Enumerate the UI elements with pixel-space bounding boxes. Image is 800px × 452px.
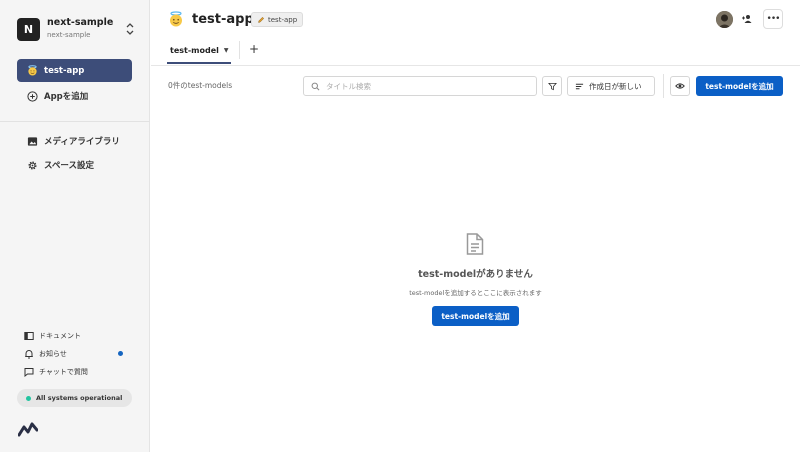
- view-settings-button[interactable]: [670, 76, 690, 96]
- search-box[interactable]: [303, 76, 537, 96]
- status-dot: [26, 395, 31, 401]
- app-id-label: test-app: [268, 15, 298, 24]
- empty-state-add-button[interactable]: test-modelを追加: [432, 306, 519, 326]
- tab-label: test-model: [170, 45, 219, 55]
- sidebar-link-label: お知らせ: [39, 350, 67, 358]
- document-icon: [466, 233, 484, 255]
- notification-badge: [118, 351, 123, 356]
- sidebar-item-label: メディアライブラリ: [44, 137, 120, 147]
- filter-button[interactable]: [542, 76, 562, 96]
- search-input[interactable]: [326, 81, 526, 91]
- app-id-badge[interactable]: test-app: [251, 12, 304, 27]
- add-app-button[interactable]: Appを追加: [27, 89, 88, 103]
- ellipsis-icon: •••: [766, 14, 781, 24]
- system-status-badge[interactable]: All systems operational: [17, 389, 132, 407]
- sort-button[interactable]: 作成日が新しい: [567, 76, 655, 96]
- sidebar-divider: [0, 121, 150, 122]
- brand-logo: [18, 422, 38, 437]
- search-icon: [311, 82, 320, 90]
- chevron-up-down-icon: [126, 23, 134, 35]
- add-test-model-button[interactable]: test-modelを追加: [696, 76, 783, 96]
- status-label: All systems operational: [36, 394, 123, 402]
- sidebar-item-label: スペース設定: [44, 161, 94, 171]
- smiling-face-with-halo-icon: [28, 65, 37, 76]
- sort-icon: [575, 83, 584, 89]
- more-options-button[interactable]: •••: [763, 9, 783, 29]
- user-photo-icon: [716, 11, 733, 28]
- sidebar-app-label: test-app: [44, 65, 85, 76]
- tab-divider: [239, 41, 240, 59]
- space-avatar: N: [17, 18, 40, 41]
- toolbar-divider: [663, 74, 664, 98]
- sidebar-link-label: ドキュメント: [39, 332, 81, 340]
- smiling-face-with-halo-icon: [170, 11, 182, 27]
- pencil-icon: [258, 16, 265, 23]
- item-count: 0件のtest-models: [168, 81, 233, 90]
- caret-down-icon[interactable]: ▼: [224, 47, 229, 54]
- book-icon: [24, 332, 34, 340]
- sidebar-link-chat[interactable]: チャットで質問: [24, 366, 88, 378]
- add-model-tab-button[interactable]: +: [249, 42, 259, 56]
- header-divider: [151, 65, 800, 66]
- sidebar: N next-sample next-sample test-app Appを追…: [0, 0, 150, 452]
- eye-icon: [675, 83, 685, 89]
- add-user-icon[interactable]: [741, 13, 753, 25]
- sort-label: 作成日が新しい: [589, 81, 642, 91]
- filter-icon: [547, 82, 557, 90]
- space-subtitle: next-sample: [47, 31, 91, 39]
- sidebar-link-documents[interactable]: ドキュメント: [24, 330, 81, 342]
- plus-circle-icon: [27, 90, 38, 102]
- sidebar-item-media-library[interactable]: メディアライブラリ: [27, 134, 120, 148]
- sidebar-link-label: チャットで質問: [39, 368, 88, 376]
- avatar[interactable]: [716, 11, 733, 28]
- gear-icon: [28, 160, 37, 170]
- chat-icon: [24, 368, 34, 377]
- sidebar-app-test-app[interactable]: test-app: [17, 59, 132, 82]
- tab-test-model[interactable]: test-model ▼: [170, 43, 229, 57]
- space-switcher[interactable]: N next-sample next-sample: [17, 16, 135, 44]
- sidebar-link-notifications[interactable]: お知らせ: [24, 348, 67, 360]
- sidebar-item-space-settings[interactable]: スペース設定: [27, 158, 94, 172]
- active-tab-indicator: [167, 62, 231, 64]
- add-app-label: Appを追加: [44, 92, 89, 102]
- image-icon: [27, 136, 38, 146]
- empty-state-title: test-modelがありません: [418, 269, 533, 280]
- main-content: test-app test-app ••• test-model ▼ + 0件の…: [151, 0, 800, 452]
- page-title: test-app: [192, 12, 254, 27]
- bell-icon: [25, 350, 33, 359]
- space-name: next-sample: [47, 17, 114, 28]
- empty-state-description: test-modelを追加するとここに表示されます: [409, 289, 542, 297]
